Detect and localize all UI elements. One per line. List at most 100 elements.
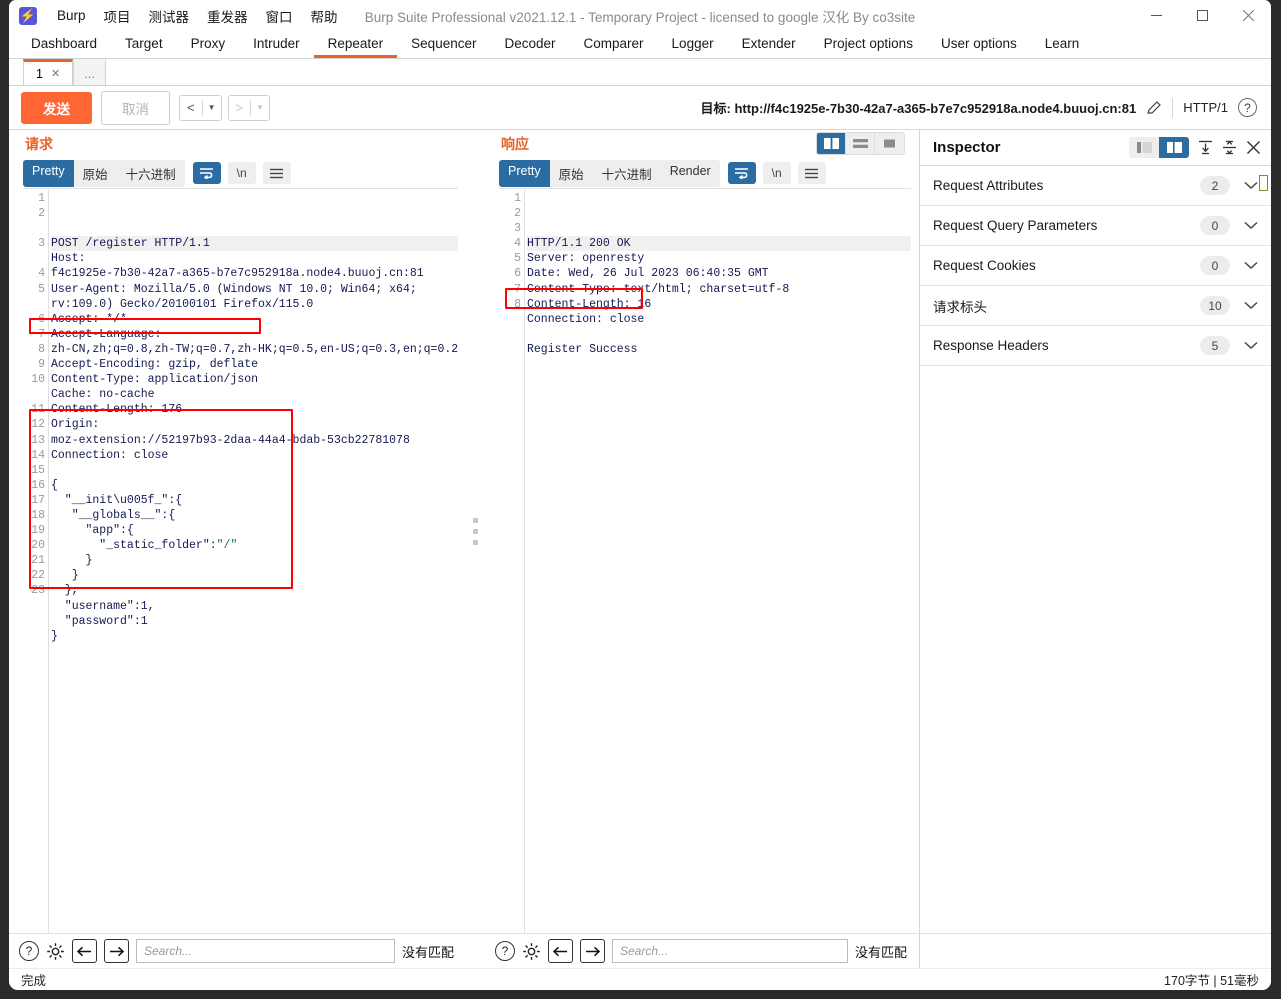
tab-dashboard[interactable]: Dashboard	[17, 31, 111, 58]
request-pane: 请求 Pretty 原始 十六进制 \n 123456789 10 11 12 …	[9, 130, 466, 933]
chevron-down-icon[interactable]	[1244, 341, 1258, 350]
tab-learn[interactable]: Learn	[1031, 31, 1094, 58]
response-view-render[interactable]: Render	[661, 160, 720, 187]
http-version-label[interactable]: HTTP/1	[1183, 100, 1228, 115]
burp-suite-window: ⚡ Burp 项目 测试器 重发器 窗口 帮助 Burp Suite Profe…	[9, 0, 1271, 990]
close-icon[interactable]	[1225, 0, 1271, 31]
tab-user-options[interactable]: User options	[927, 31, 1031, 58]
target-url: http://f4c1925e-7b30-42a7-a365-b7e7c9529…	[734, 101, 1137, 116]
request-search-prev-icon[interactable]	[72, 939, 97, 963]
menu-item-help[interactable]: 帮助	[302, 3, 347, 29]
chevron-down-icon[interactable]	[1244, 261, 1258, 270]
response-search-help-icon[interactable]: ?	[495, 941, 515, 961]
code-line: Content-Length: 176	[51, 403, 183, 417]
tab-intruder[interactable]: Intruder	[239, 31, 314, 58]
collapse-all-icon[interactable]	[1222, 140, 1237, 155]
response-search-next-icon[interactable]	[580, 939, 605, 963]
menu-item-window[interactable]: 窗口	[257, 3, 302, 29]
layout-split-vertical-icon[interactable]	[817, 133, 846, 154]
history-forward-button[interactable]: > ▼	[227, 94, 271, 121]
response-search-input[interactable]	[612, 939, 848, 963]
line-number: 9	[38, 358, 45, 372]
request-editor[interactable]: 1 2 3 4 5 6 7 8 9 10 11 12 13 14 15 16 17 18 19 20 21 22 23 PO…	[23, 188, 458, 933]
menu-item-intruder[interactable]: 测试器	[140, 3, 199, 29]
response-newline-icon[interactable]: \n	[762, 162, 791, 184]
tab-decoder[interactable]: Decoder	[490, 31, 569, 58]
inspector-section-response-headers[interactable]: Response Headers 5	[920, 326, 1271, 366]
layout-split-horizontal-icon[interactable]	[846, 133, 875, 154]
chevron-down-icon[interactable]	[1244, 301, 1258, 310]
request-view-pretty[interactable]: Pretty	[23, 159, 74, 187]
inspector-section-label: Request Query Parameters	[933, 218, 1098, 233]
repeater-tab-1[interactable]: 1 ✕	[23, 59, 74, 85]
repeater-tab-1-close-icon[interactable]: ✕	[51, 67, 60, 80]
menu-item-project[interactable]: 项目	[95, 3, 140, 29]
menu-item-burp[interactable]: Burp	[48, 5, 95, 26]
request-line-numbers: 1 2 3 4 5 6 7 8 9 10 11 12 13 14 15 16 17 18 19 20 21 22 23	[23, 191, 45, 599]
splitter-grip-icon	[473, 518, 478, 545]
inspector-close-icon[interactable]	[1246, 140, 1261, 155]
code-line: HTTP/1.1 200 OK	[527, 236, 911, 252]
tab-repeater[interactable]: Repeater	[313, 31, 398, 58]
request-search-input[interactable]	[136, 939, 395, 963]
request-newline-icon[interactable]: \n	[227, 162, 256, 184]
minimize-icon[interactable]	[1133, 0, 1179, 31]
inspector-section-request-headers[interactable]: 请求标头 10	[920, 286, 1271, 326]
tab-extender[interactable]: Extender	[728, 31, 810, 58]
tab-logger[interactable]: Logger	[658, 31, 728, 58]
tab-project-options[interactable]: Project options	[810, 31, 927, 58]
code-line: }	[51, 569, 79, 583]
repeater-add-tab[interactable]: ...	[73, 59, 107, 85]
tab-target[interactable]: Target	[111, 31, 177, 58]
line-number: 11	[31, 403, 45, 417]
request-view-raw[interactable]: 原始	[74, 160, 117, 187]
inspector-section-request-query-parameters[interactable]: Request Query Parameters 0	[920, 206, 1271, 246]
edit-pencil-icon[interactable]	[1146, 100, 1162, 116]
response-code-lines: HTTP/1.1 200 OK Server: openresty Date: We…	[527, 236, 911, 357]
response-word-wrap-icon[interactable]	[727, 162, 756, 184]
response-search-settings-gear-icon[interactable]	[522, 942, 541, 961]
line-number: 5	[38, 282, 45, 296]
menu-item-repeater[interactable]: 重发器	[198, 3, 257, 29]
tab-sequencer[interactable]: Sequencer	[397, 31, 490, 58]
tab-comparer[interactable]: Comparer	[570, 31, 658, 58]
line-number: 5	[514, 252, 521, 266]
response-menu-icon[interactable]	[797, 162, 826, 184]
request-search-settings-gear-icon[interactable]	[46, 942, 65, 961]
request-search-next-icon[interactable]	[104, 939, 129, 963]
chevron-down-icon[interactable]	[1244, 221, 1258, 230]
layout-single-icon[interactable]	[875, 133, 904, 154]
line-number: 13	[31, 433, 45, 447]
send-button[interactable]: 发送	[21, 91, 92, 124]
forward-dropdown-caret-icon[interactable]: ▼	[251, 103, 269, 112]
inspector-section-request-cookies[interactable]: Request Cookies 0	[920, 246, 1271, 286]
help-icon[interactable]: ?	[1238, 98, 1257, 117]
response-view-pretty[interactable]: Pretty	[499, 159, 550, 187]
back-dropdown-caret-icon[interactable]: ▼	[203, 103, 221, 112]
forward-arrow-icon: >	[235, 100, 244, 115]
request-menu-icon[interactable]	[262, 162, 291, 184]
maximize-icon[interactable]	[1179, 0, 1225, 31]
inspector-dock-split-icon[interactable]	[1159, 137, 1189, 158]
burp-logo-glyph: ⚡	[19, 8, 37, 23]
target-label: 目标:	[700, 101, 731, 116]
inspector-section-label: Request Cookies	[933, 258, 1036, 273]
scrollbar-handle[interactable]	[1259, 175, 1268, 191]
cancel-button[interactable]: 取消	[101, 90, 170, 125]
response-editor[interactable]: 1 2345678 HTTP/1.1 200 OK Server: openrest…	[499, 188, 911, 933]
inspector-section-request-attributes[interactable]: Request Attributes 2	[920, 166, 1271, 206]
request-view-hex[interactable]: 十六进制	[117, 160, 185, 187]
inspector-dock-left-icon[interactable]	[1129, 137, 1159, 158]
request-word-wrap-icon[interactable]	[192, 162, 221, 184]
request-response-splitter[interactable]	[466, 130, 485, 933]
line-number: 6	[514, 267, 521, 281]
response-search-prev-icon[interactable]	[548, 939, 573, 963]
chevron-down-icon[interactable]	[1244, 181, 1258, 190]
history-back-button[interactable]: < ▼	[179, 94, 222, 121]
expand-all-icon[interactable]	[1198, 140, 1213, 155]
response-view-hex[interactable]: 十六进制	[593, 160, 661, 187]
response-view-raw[interactable]: 原始	[550, 160, 593, 187]
request-search-help-icon[interactable]: ?	[19, 941, 39, 961]
repeater-tab-bar: 1 ✕ ...	[9, 59, 1271, 86]
tab-proxy[interactable]: Proxy	[177, 31, 240, 58]
